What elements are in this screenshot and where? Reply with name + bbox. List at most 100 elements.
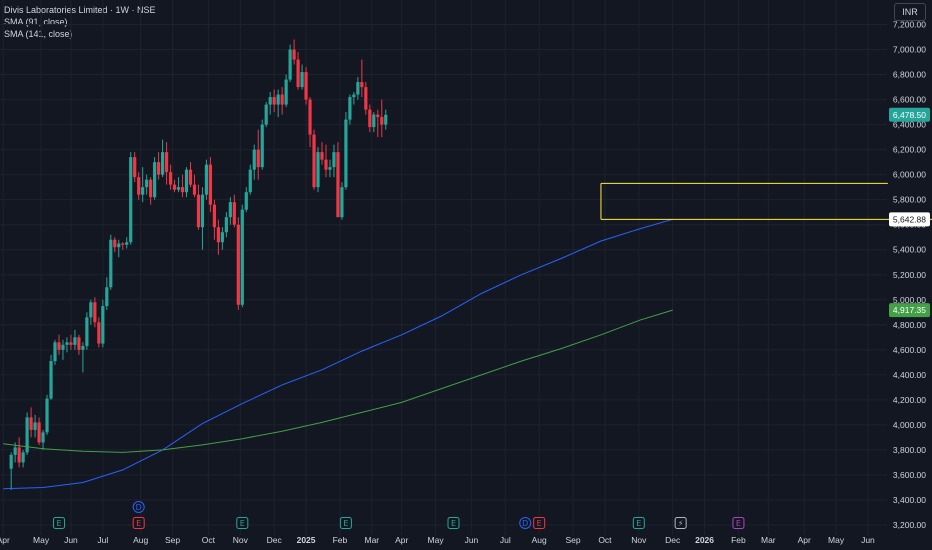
x-tick-label: Apr xyxy=(0,535,10,545)
time-axis[interactable]: Apr May Jun Jul Aug Sep Oct Nov Dec 2025 Feb Mar Apr… xyxy=(0,535,875,545)
y-tick-label: 6,600.00 xyxy=(893,95,926,105)
sma91-line xyxy=(3,218,673,490)
y-tick-label: 3,200.00 xyxy=(893,520,926,530)
candle-body xyxy=(316,152,320,188)
candle-body xyxy=(192,184,197,195)
event-markers[interactable]: DE E E E E D E E ⚡ E xyxy=(52,501,745,529)
candle-body xyxy=(268,97,272,105)
candle-body xyxy=(145,179,149,188)
candle-body xyxy=(240,209,244,305)
candle-body xyxy=(153,162,157,198)
candle xyxy=(176,177,181,193)
candle-body xyxy=(376,114,380,118)
candle-body xyxy=(149,179,153,198)
candle xyxy=(164,142,169,185)
x-tick-label: Oct xyxy=(202,535,216,545)
candle-body xyxy=(272,97,276,105)
candle xyxy=(380,99,384,138)
candle xyxy=(316,147,320,193)
sma141-price-label[interactable]: 4,917.35 xyxy=(889,303,930,318)
moving-averages xyxy=(3,218,673,490)
candle-body xyxy=(176,187,181,190)
last-price-label[interactable]: 6,478.50 xyxy=(889,107,930,122)
candle-body xyxy=(73,337,77,345)
y-tick-label: 4,800.00 xyxy=(893,320,926,330)
x-tick-label: Feb xyxy=(731,535,746,545)
event-marker[interactable]: E xyxy=(132,517,145,529)
candle xyxy=(69,334,73,350)
y-tick-label: 5,800.00 xyxy=(893,195,926,205)
candle-body xyxy=(224,217,228,233)
candle xyxy=(145,174,149,195)
candle-body xyxy=(121,243,125,245)
annotation-box[interactable] xyxy=(600,182,932,220)
x-tick-label: Oct xyxy=(598,535,612,545)
y-tick-label: 3,600.00 xyxy=(893,470,926,480)
annotation-price-label[interactable]: 5,642.88 xyxy=(889,212,930,227)
candle xyxy=(133,152,137,183)
event-marker[interactable]: E xyxy=(533,517,546,529)
candle xyxy=(41,429,45,450)
event-marker[interactable]: E xyxy=(236,517,249,529)
price-chart[interactable]: DE E E E E D E E ⚡ E 3,200.003,400.003,600.003,80… xyxy=(0,0,932,550)
candle-body xyxy=(53,342,57,362)
candle xyxy=(208,157,213,213)
x-tick-label: Sep xyxy=(165,535,180,545)
candle xyxy=(304,67,308,105)
candle-body xyxy=(37,422,41,443)
event-marker[interactable]: E xyxy=(732,517,745,529)
y-tick-label: 4,600.00 xyxy=(893,345,926,355)
candle-body xyxy=(180,187,185,193)
candle xyxy=(292,39,296,65)
candle xyxy=(172,179,177,193)
candle xyxy=(157,152,161,180)
candle xyxy=(25,412,29,455)
x-tick-label: Jun xyxy=(465,535,479,545)
candle xyxy=(168,164,173,190)
candle xyxy=(356,77,360,100)
candle-body xyxy=(61,344,65,350)
event-marker-letter: D xyxy=(136,503,142,512)
price-axis[interactable]: 3,200.00 3,400.00 3,600.00 3,800.00 4,000.00… xyxy=(889,20,930,530)
candle xyxy=(9,452,13,490)
x-tick-label: May xyxy=(33,535,50,545)
candle xyxy=(29,407,33,438)
candle xyxy=(188,162,193,188)
event-marker[interactable]: E xyxy=(632,517,645,529)
candle-body xyxy=(340,187,344,218)
candle xyxy=(101,299,105,348)
candle-body xyxy=(328,167,332,170)
event-marker[interactable]: E xyxy=(339,517,352,529)
event-marker[interactable]: D xyxy=(132,501,145,513)
candle-body xyxy=(208,164,213,205)
candle xyxy=(352,92,356,105)
candle xyxy=(180,174,185,198)
event-marker[interactable]: E xyxy=(52,517,65,529)
candle-body xyxy=(280,94,284,105)
candle xyxy=(149,177,153,205)
x-tick-label: Aug xyxy=(133,535,148,545)
y-tick-label: 4,400.00 xyxy=(893,370,926,380)
candle-body xyxy=(41,432,45,443)
candle-body xyxy=(324,159,328,170)
x-tick-label: Jul xyxy=(500,535,511,545)
event-marker[interactable]: ⚡ xyxy=(674,517,687,529)
candle-body xyxy=(33,422,37,430)
x-tick-label: Mar xyxy=(761,535,776,545)
candle xyxy=(89,299,93,325)
candle xyxy=(268,92,272,115)
event-marker[interactable]: D xyxy=(519,517,532,529)
candle xyxy=(336,142,340,218)
candle xyxy=(348,94,352,125)
annotations[interactable] xyxy=(600,182,932,220)
candle-body xyxy=(252,149,256,170)
candle-body xyxy=(113,239,117,248)
x-tick-label: May xyxy=(428,535,445,545)
candle-body xyxy=(9,454,13,469)
x-tick-label: Nov xyxy=(233,535,249,545)
candle xyxy=(288,44,292,83)
event-marker[interactable]: E xyxy=(447,517,460,529)
candle xyxy=(37,417,41,445)
candle xyxy=(340,182,344,220)
candle-body xyxy=(304,72,308,100)
